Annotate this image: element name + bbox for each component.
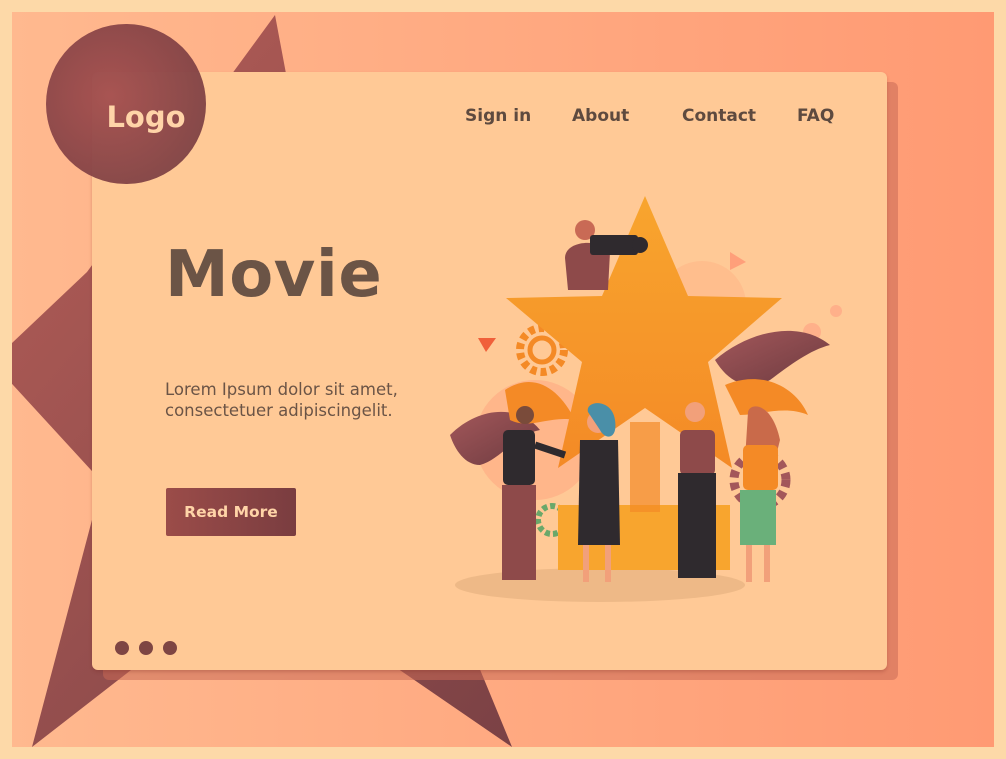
pedestal-column <box>630 422 660 512</box>
pagination-dot[interactable] <box>115 641 129 655</box>
triangle-icon <box>478 338 496 352</box>
triangle-icon <box>730 252 746 270</box>
hero-description-line2: consectetuer adipiscingelit. <box>165 401 393 420</box>
pagination-dots <box>115 641 177 655</box>
person-4 <box>740 406 780 582</box>
nav-about[interactable]: About <box>572 106 629 128</box>
bubble <box>830 305 842 317</box>
hero-description: Lorem Ipsum dolor sit amet, consectetuer… <box>165 379 455 421</box>
camera-icon <box>590 235 638 255</box>
pagination-dot[interactable] <box>163 641 177 655</box>
page: Logo Sign in About Contact FAQ Movie Lor… <box>0 0 1006 759</box>
logo[interactable]: Logo <box>46 24 246 210</box>
read-more-button[interactable]: Read More <box>166 488 296 536</box>
nav-sign-in[interactable]: Sign in <box>465 106 531 128</box>
pagination-dot[interactable] <box>139 641 153 655</box>
nav-contact[interactable]: Contact <box>682 106 756 128</box>
leaf <box>725 379 808 415</box>
hero-description-line1: Lorem Ipsum dolor sit amet, <box>165 380 398 399</box>
nav-faq[interactable]: FAQ <box>797 106 834 128</box>
movie-illustration <box>450 196 842 602</box>
page-title: Movie <box>165 238 383 312</box>
